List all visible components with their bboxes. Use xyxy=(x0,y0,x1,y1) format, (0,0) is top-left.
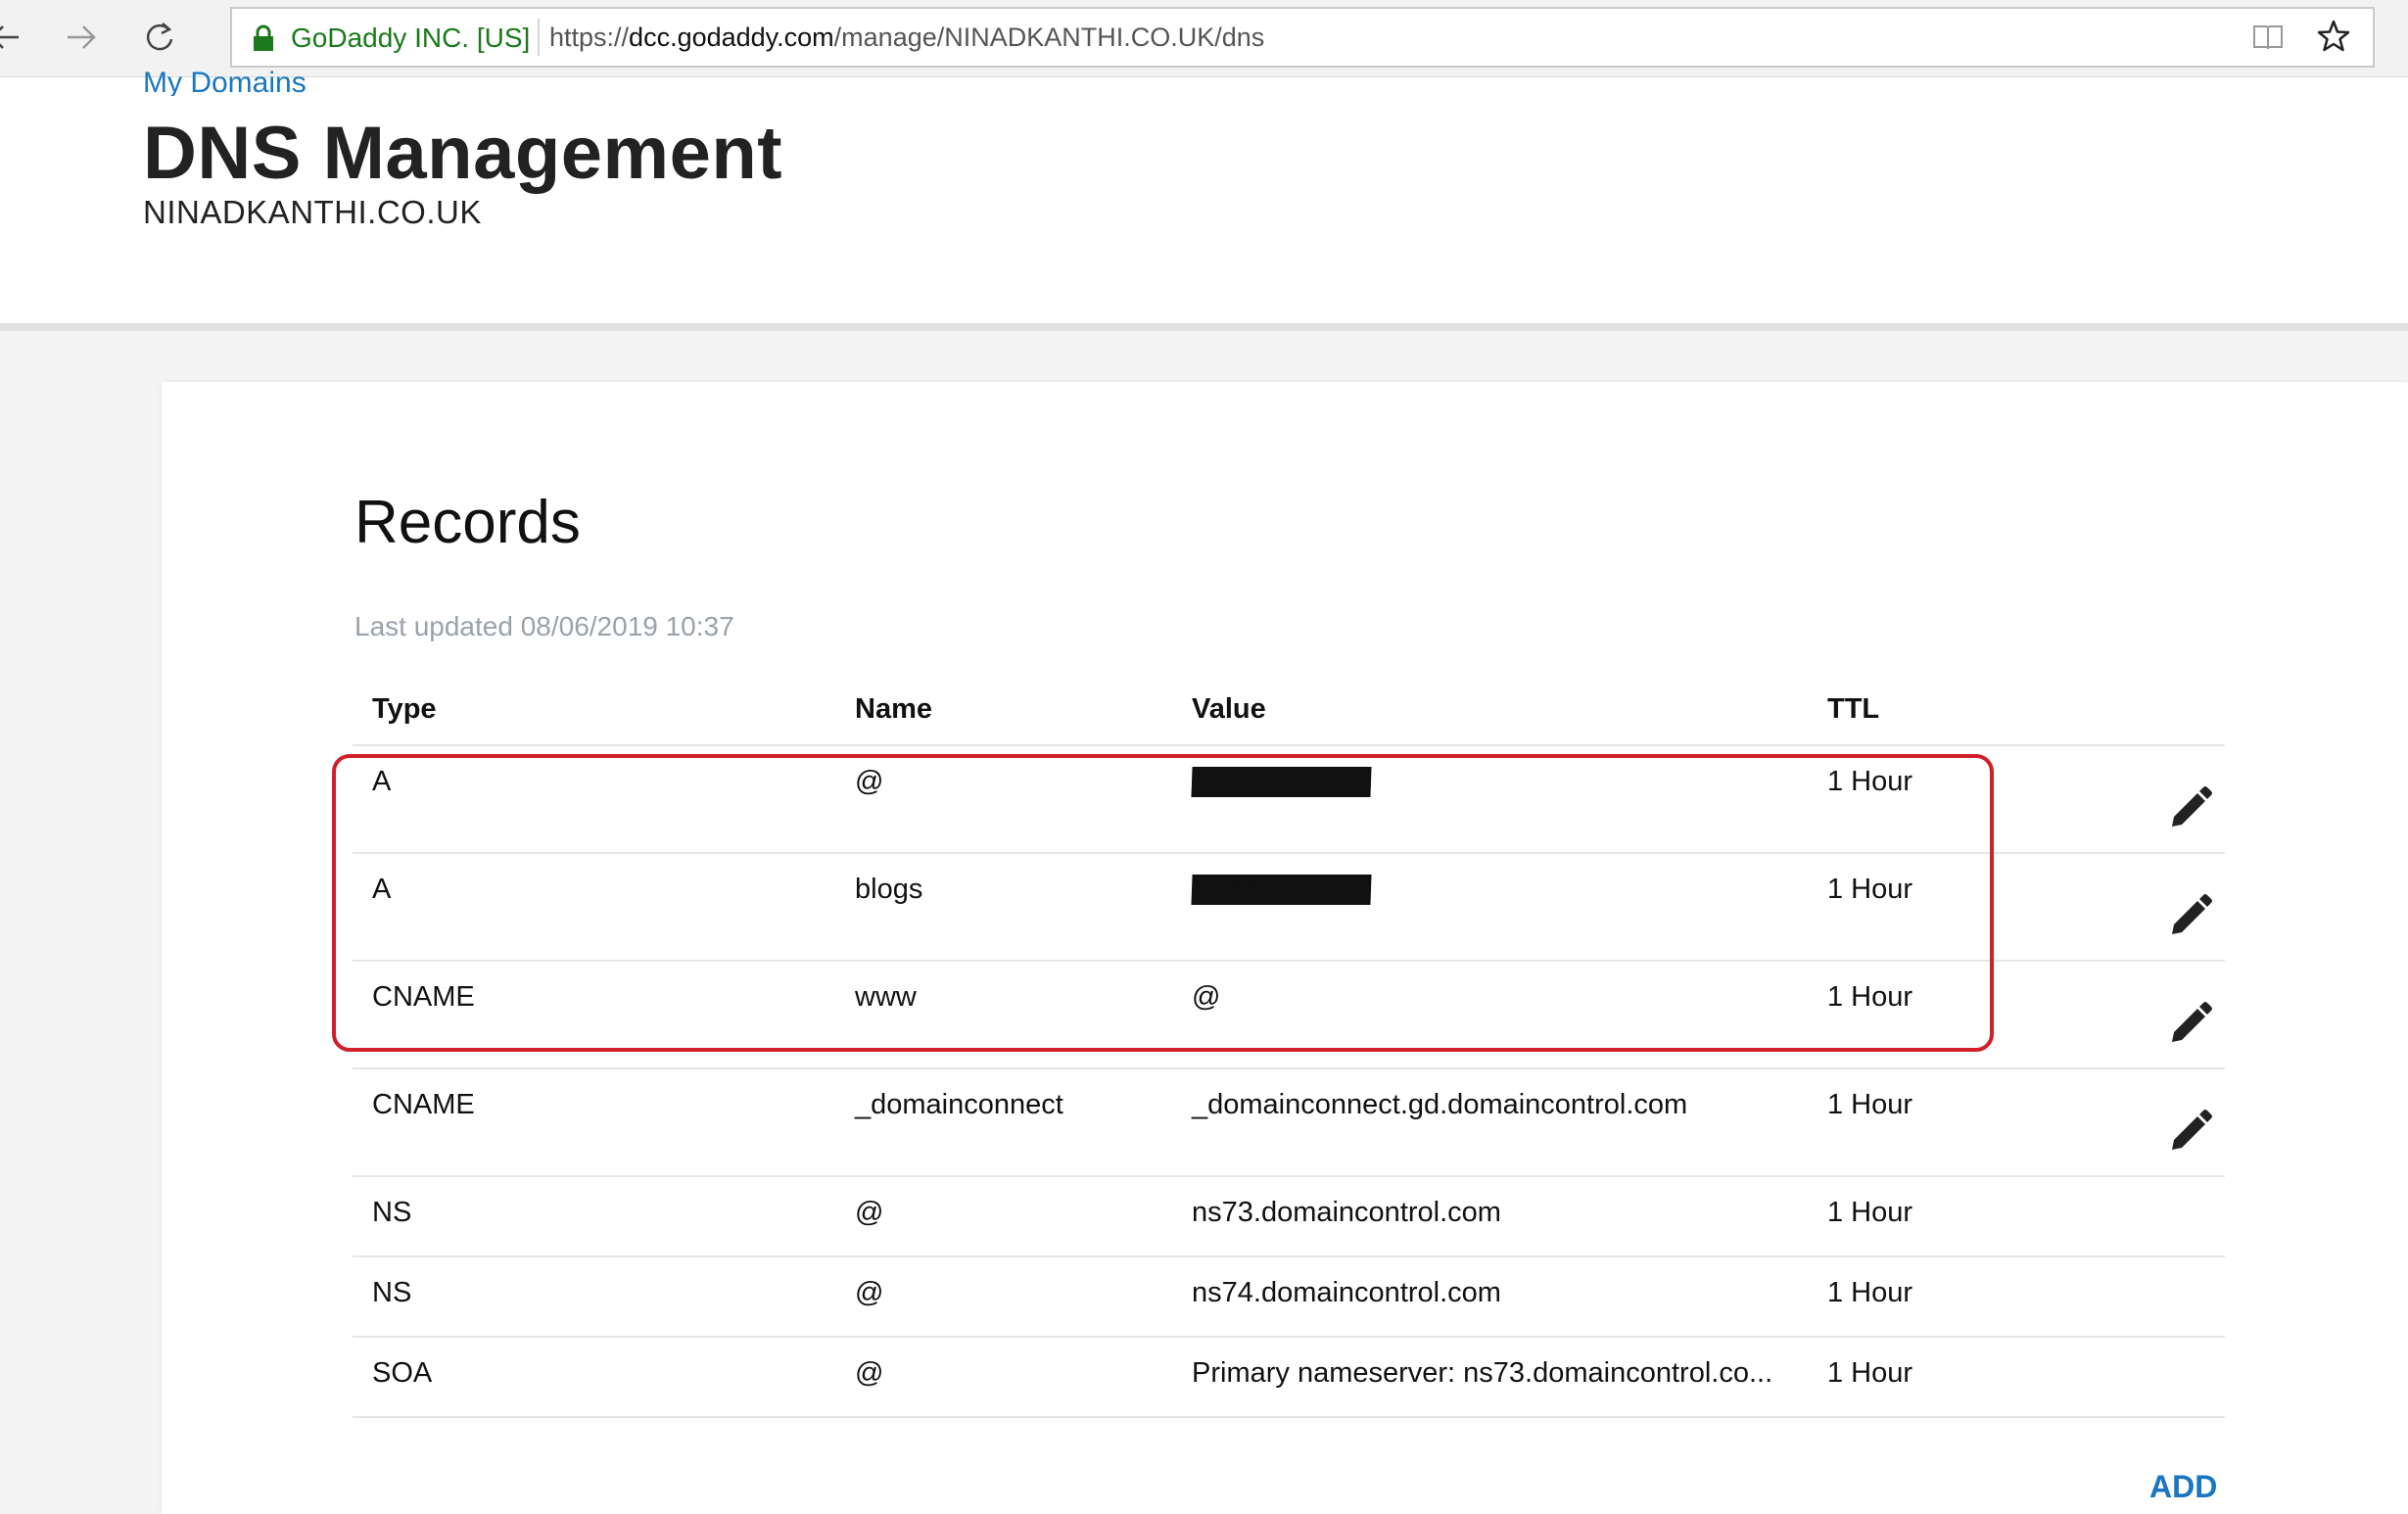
breadcrumb-my-domains[interactable]: My Domains xyxy=(143,61,307,96)
page-title: DNS Management xyxy=(143,112,783,195)
record-name: www xyxy=(855,981,917,1013)
address-bar[interactable]: GoDaddy INC. [US] https://dcc.godaddy.co… xyxy=(230,7,2375,68)
record-ttl: 1 Hour xyxy=(1827,1277,1913,1308)
favorite-star-icon[interactable] xyxy=(2316,19,2351,59)
pencil-icon[interactable] xyxy=(2162,781,2217,836)
records-table: Type Name Value TTL A @51.145.122.117 1 Ho… xyxy=(353,686,2225,1418)
url-host: dcc.godaddy.com xyxy=(629,23,834,52)
table-row: CNAME _domainconnect _domainconnect.gd.dom… xyxy=(353,1069,2225,1177)
site-identity[interactable]: GoDaddy INC. [US] xyxy=(291,23,530,54)
pencil-icon[interactable] xyxy=(2162,1105,2217,1159)
record-value: Primary nameserver: ns73.domaincontrol.c… xyxy=(1192,1357,1773,1389)
record-ttl: 1 Hour xyxy=(1827,766,1913,797)
column-header-name: Name xyxy=(855,693,932,725)
address-divider xyxy=(538,19,540,56)
record-ttl: 1 Hour xyxy=(1827,981,1913,1013)
redacted-value: 51.145.122.117 xyxy=(1191,767,1372,797)
record-name: blogs xyxy=(855,874,923,905)
url-text[interactable]: https://dcc.godaddy.com/manage/NINADKANT… xyxy=(549,23,1264,53)
forward-icon[interactable] xyxy=(57,14,104,61)
table-row: CNAME www @1 Hour xyxy=(353,962,2225,1069)
record-type: NS xyxy=(372,1277,412,1308)
records-title: Records xyxy=(354,489,581,556)
record-type: SOA xyxy=(372,1357,433,1389)
column-header-ttl: TTL xyxy=(1827,693,1880,725)
record-name: @ xyxy=(855,1197,884,1228)
table-row: NS @ ns73.domaincontrol.com 1 Hour xyxy=(353,1177,2225,1257)
table-row: SOA @ Primary nameserver: ns73.domaincontr… xyxy=(353,1338,2225,1418)
column-header-type: Type xyxy=(372,693,437,725)
column-header-value: Value xyxy=(1192,693,1266,725)
pencil-icon[interactable] xyxy=(2162,889,2217,944)
url-prefix: https:// xyxy=(549,23,630,52)
record-ttl: 1 Hour xyxy=(1827,1089,1913,1120)
record-name: @ xyxy=(855,766,884,797)
record-type: A xyxy=(372,766,392,797)
table-body: A @51.145.122.117 1 Hour Ablogs 51.145.122.1… xyxy=(353,746,2225,1418)
record-type: CNAME xyxy=(372,981,475,1013)
add-record-button[interactable]: ADD xyxy=(2149,1469,2217,1505)
url-path: /manage/NINADKANTHI.CO.UK/dns xyxy=(833,23,1265,52)
pencil-icon[interactable] xyxy=(2162,997,2217,1052)
refresh-icon[interactable] xyxy=(136,14,183,61)
record-ttl: 1 Hour xyxy=(1827,1197,1913,1228)
back-icon[interactable] xyxy=(0,14,29,61)
record-value: ns73.domaincontrol.com xyxy=(1192,1197,1501,1228)
record-value: 51.145.122.117 xyxy=(1191,874,1372,906)
record-name: @ xyxy=(855,1357,884,1389)
record-type: NS xyxy=(372,1197,412,1228)
record-ttl: 1 Hour xyxy=(1827,874,1913,905)
table-row: Ablogs 51.145.122.117 1 Hour xyxy=(353,854,2225,962)
table-row: NS @ ns74.domaincontrol.com 1 Hour xyxy=(353,1257,2225,1338)
table-header: Type Name Value TTL xyxy=(353,686,2225,746)
record-value: @ xyxy=(1192,981,1221,1013)
reader-view-icon[interactable] xyxy=(2251,22,2285,58)
record-name: @ xyxy=(855,1277,884,1308)
browser-toolbar: GoDaddy INC. [US] https://dcc.godaddy.co… xyxy=(0,0,2408,77)
record-type: CNAME xyxy=(372,1089,475,1120)
last-updated: Last updated 08/06/2019 10:37 xyxy=(354,611,734,641)
record-value: _domainconnect.gd.domaincontrol.com xyxy=(1192,1089,1688,1120)
domain-name: NINADKANTHI.CO.UK xyxy=(143,194,482,230)
record-value: 51.145.122.117 xyxy=(1191,766,1372,798)
record-ttl: 1 Hour xyxy=(1827,1357,1913,1389)
record-type: A xyxy=(372,874,392,905)
table-row: A @51.145.122.117 1 Hour xyxy=(353,746,2225,854)
lock-icon xyxy=(252,24,275,57)
redacted-value: 51.145.122.117 xyxy=(1191,875,1372,905)
record-name: _domainconnect xyxy=(855,1089,1063,1120)
record-value: ns74.domaincontrol.com xyxy=(1192,1277,1501,1308)
